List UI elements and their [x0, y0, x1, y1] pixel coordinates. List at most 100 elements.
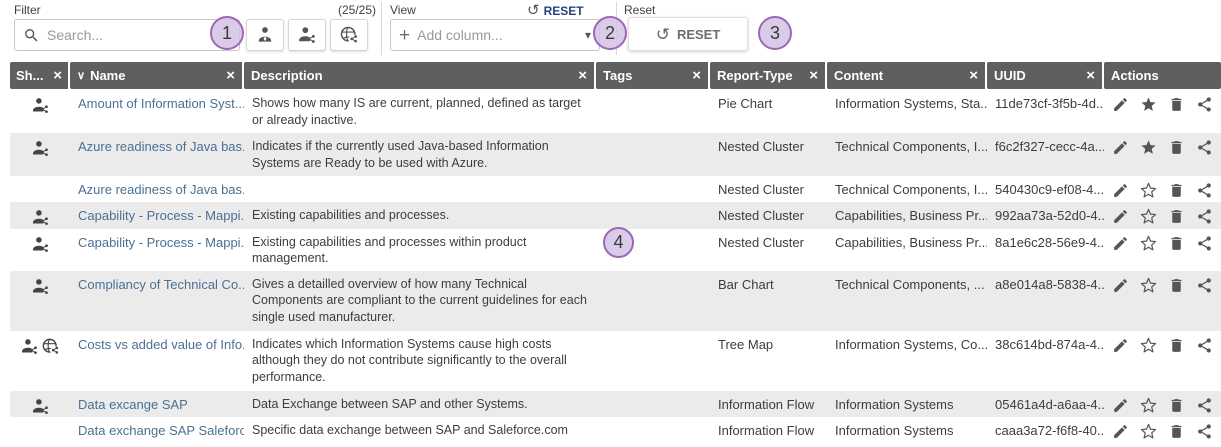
column-header-uuid[interactable]: UUID ×	[987, 62, 1104, 89]
filter-person-share-button[interactable]	[288, 19, 326, 51]
column-header-name[interactable]: ∨ Name ×	[70, 62, 244, 89]
close-icon[interactable]: ×	[965, 68, 978, 83]
search-box[interactable]	[14, 19, 240, 51]
row-actions	[1104, 271, 1221, 294]
person-share-icon	[31, 96, 50, 115]
favorite-icon[interactable]	[1140, 96, 1157, 113]
table-row[interactable]: Data exchange SAP Saleforce Specific dat…	[10, 417, 1221, 444]
share-icon[interactable]	[1196, 337, 1213, 354]
favorite-icon[interactable]	[1140, 397, 1157, 414]
share-icon[interactable]	[1196, 397, 1213, 414]
edit-icon[interactable]	[1112, 423, 1129, 440]
close-icon[interactable]: ×	[49, 68, 62, 83]
share-icon[interactable]	[1196, 423, 1213, 440]
close-icon[interactable]: ×	[574, 68, 587, 83]
favorite-icon[interactable]	[1140, 208, 1157, 225]
report-description: Indicates if the currently used Java-bas…	[244, 133, 596, 175]
favorite-icon[interactable]	[1140, 337, 1157, 354]
favorite-icon[interactable]	[1140, 235, 1157, 252]
filter-count: (25/25)	[338, 3, 376, 17]
column-header-content[interactable]: Content ×	[827, 62, 987, 89]
shared-status	[10, 229, 70, 254]
delete-icon[interactable]	[1168, 423, 1185, 440]
share-icon[interactable]	[1196, 235, 1213, 252]
report-name-link[interactable]: Data exchange SAP Saleforce	[70, 417, 244, 443]
report-type: Tree Map	[710, 331, 827, 357]
report-content: Information Systems	[827, 391, 987, 417]
edit-icon[interactable]	[1112, 208, 1129, 225]
report-description: Gives a detailled overview of how many T…	[244, 271, 596, 330]
share-icon[interactable]	[1196, 277, 1213, 294]
report-name-link[interactable]: Amount of Information Syst...	[70, 90, 244, 116]
column-header-shared[interactable]: Sh... ×	[10, 62, 70, 89]
close-icon[interactable]: ×	[222, 68, 235, 83]
edit-icon[interactable]	[1112, 337, 1129, 354]
report-name-link[interactable]: Azure readiness of Java bas...	[70, 133, 244, 159]
shared-status	[10, 331, 70, 356]
favorite-icon[interactable]	[1140, 277, 1157, 294]
edit-icon[interactable]	[1112, 139, 1129, 156]
edit-icon[interactable]	[1112, 397, 1129, 414]
report-name-link[interactable]: Azure readiness of Java bas...	[70, 176, 244, 202]
delete-icon[interactable]	[1168, 96, 1185, 113]
add-column-dropdown[interactable]: + Add column... ▾	[390, 19, 600, 51]
close-icon[interactable]: ×	[688, 68, 701, 83]
delete-icon[interactable]	[1168, 208, 1185, 225]
globe-share-icon	[339, 25, 359, 45]
report-description: Existing capabilities and processes with…	[244, 229, 596, 271]
share-icon[interactable]	[1196, 96, 1213, 113]
report-tags	[596, 417, 710, 426]
filter-globe-share-button[interactable]	[330, 19, 368, 51]
report-tags	[596, 202, 710, 211]
delete-icon[interactable]	[1168, 337, 1185, 354]
delete-icon[interactable]	[1168, 139, 1185, 156]
delete-icon[interactable]	[1168, 397, 1185, 414]
column-header-report-type[interactable]: Report-Type ×	[710, 62, 827, 89]
table-row[interactable]: Azure readiness of Java bas... Indicates…	[10, 133, 1221, 176]
report-name-link[interactable]: Capability - Process - Mappi...	[70, 229, 244, 255]
share-icon[interactable]	[1196, 182, 1213, 199]
column-header-tags[interactable]: Tags ×	[596, 62, 710, 89]
delete-icon[interactable]	[1168, 277, 1185, 294]
edit-icon[interactable]	[1112, 235, 1129, 252]
row-actions	[1104, 229, 1221, 252]
plus-icon: +	[399, 26, 410, 45]
report-name-link[interactable]: Compliancy of Technical Co...	[70, 271, 244, 297]
table-row[interactable]: Capability - Process - Mappi... Existing…	[10, 202, 1221, 228]
column-header-description[interactable]: Description ×	[244, 62, 596, 89]
report-tags	[596, 331, 710, 340]
share-icon[interactable]	[1196, 139, 1213, 156]
add-column-placeholder: Add column...	[417, 27, 578, 43]
delete-icon[interactable]	[1168, 235, 1185, 252]
favorite-icon[interactable]	[1140, 139, 1157, 156]
report-name-link[interactable]: Costs vs added value of Info...	[70, 331, 244, 357]
table-row[interactable]: Data excange SAP Data Exchange between S…	[10, 391, 1221, 417]
table-row[interactable]: Azure readiness of Java bas... Nested Cl…	[10, 176, 1221, 202]
close-icon[interactable]: ×	[1082, 68, 1095, 83]
report-content: Technical Components, ...	[827, 271, 987, 297]
report-uuid: 38c614bd-874a-4...	[987, 331, 1104, 357]
report-content: Technical Components, I...	[827, 133, 987, 159]
report-uuid: 05461a4d-a6aa-4...	[987, 391, 1104, 417]
table-row[interactable]: Compliancy of Technical Co... Gives a de…	[10, 271, 1221, 331]
share-icon[interactable]	[1196, 208, 1213, 225]
delete-icon[interactable]	[1168, 182, 1185, 199]
edit-icon[interactable]	[1112, 277, 1129, 294]
report-name-link[interactable]: Data excange SAP	[70, 391, 244, 417]
report-tags	[596, 176, 710, 185]
report-uuid: 992aa73a-52d0-4...	[987, 202, 1104, 228]
edit-icon[interactable]	[1112, 182, 1129, 199]
edit-icon[interactable]	[1112, 96, 1129, 113]
table-row[interactable]: Costs vs added value of Info... Indicate…	[10, 331, 1221, 391]
report-name-link[interactable]: Capability - Process - Mappi...	[70, 202, 244, 228]
close-icon[interactable]: ×	[805, 68, 818, 83]
search-input[interactable]	[47, 27, 231, 43]
favorite-icon[interactable]	[1140, 423, 1157, 440]
reset-section-label: Reset	[624, 3, 655, 17]
shared-status	[10, 417, 70, 423]
reset-button[interactable]: ↺ RESET	[628, 17, 748, 51]
view-reset-link[interactable]: ↺ RESET	[527, 3, 584, 18]
filter-business-person-button[interactable]	[246, 19, 284, 51]
favorite-icon[interactable]	[1140, 182, 1157, 199]
table-row[interactable]: Amount of Information Syst... Shows how …	[10, 90, 1221, 133]
